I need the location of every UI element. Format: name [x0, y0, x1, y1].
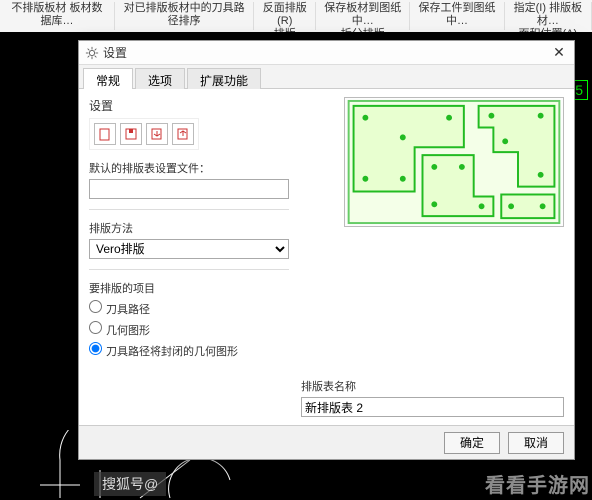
ribbon-item-label: 指定(I) 排版板材… [511, 2, 585, 28]
dialog-body: 设置 默认的排版表设置文件： 排版方法 Vero排版 要排版的项目 刀具路径 几… [79, 89, 574, 425]
ribbon-item-label: 反面排版(R) [260, 2, 309, 28]
settings-group-label: 设置 [89, 97, 289, 114]
tab-extended[interactable]: 扩展功能 [187, 68, 261, 89]
export-icon[interactable] [172, 123, 194, 145]
items-radio-group: 刀具路径 几何图形 刀具路径将封闭的几何图形 [89, 300, 289, 359]
dialog-footer: 确定 取消 [79, 425, 574, 459]
name-label: 排版表名称 [301, 378, 564, 394]
ribbon-item-label: 对已排版板材中的刀具路径排序 [121, 2, 247, 28]
name-input[interactable] [301, 397, 564, 417]
ok-button[interactable]: 确定 [444, 432, 500, 454]
dialog-tabs: 常规 选项 扩展功能 [79, 65, 574, 89]
dialog-title: 设置 [103, 44, 550, 61]
separator [89, 269, 289, 270]
radio-label: 刀具路径 [106, 304, 150, 316]
radio-label: 几何图形 [106, 325, 150, 337]
gear-icon [85, 46, 99, 60]
watermark-left: 搜狐号@ [94, 472, 166, 496]
radio-closed-geometry[interactable]: 刀具路径将封闭的几何图形 [89, 342, 289, 359]
preview-svg [345, 98, 563, 226]
method-label: 排版方法 [89, 220, 289, 236]
separator [89, 209, 289, 210]
method-select[interactable]: Vero排版 [89, 239, 289, 259]
tab-options[interactable]: 选项 [135, 68, 185, 89]
close-button[interactable]: ✕ [550, 44, 568, 62]
settings-toolbar [89, 118, 199, 150]
tab-general[interactable]: 常规 [83, 68, 133, 89]
dialog-titlebar[interactable]: 设置 ✕ [79, 41, 574, 65]
default-file-label: 默认的排版表设置文件： [89, 160, 289, 176]
ribbon-item-label: 不排版板材 板材数据库… [6, 2, 108, 28]
import-icon[interactable] [146, 123, 168, 145]
radio-toolpath[interactable]: 刀具路径 [89, 300, 289, 317]
save-icon[interactable] [120, 123, 142, 145]
right-column: 排版表名称 [301, 97, 564, 417]
ribbon-item-0[interactable]: 不排版板材 板材数据库… [0, 2, 115, 30]
ribbon-item-label: 保存板材到图纸中… [322, 2, 403, 28]
settings-dialog: 设置 ✕ 常规 选项 扩展功能 设置 默认的排版表设置文件： 排版方法 Vero… [78, 40, 575, 460]
radio-geometry[interactable]: 几何图形 [89, 321, 289, 338]
radio-label: 刀具路径将封闭的几何图形 [106, 346, 238, 358]
ribbon-item-5[interactable]: 指定(I) 排版板材…面积估置(A) [505, 2, 592, 30]
ribbon-item-label: 保存工件到图纸中… [416, 2, 497, 28]
new-icon[interactable] [94, 123, 116, 145]
ribbon-item-4[interactable]: 保存工件到图纸中… [410, 2, 504, 30]
nesting-preview [344, 97, 564, 227]
ribbon-item-2[interactable]: 反面排版(R)排版 [254, 2, 316, 30]
ribbon-item-1[interactable]: 对已排版板材中的刀具路径排序 [115, 2, 254, 30]
left-column: 设置 默认的排版表设置文件： 排版方法 Vero排版 要排版的项目 刀具路径 几… [89, 97, 289, 417]
ribbon: 不排版板材 板材数据库… 对已排版板材中的刀具路径排序 反面排版(R)排版 保存… [0, 0, 592, 32]
ribbon-item-3[interactable]: 保存板材到图纸中…拆分排版 [316, 2, 410, 30]
watermark-right: 看看手游网 [485, 469, 590, 498]
cancel-button[interactable]: 取消 [508, 432, 564, 454]
items-label: 要排版的项目 [89, 280, 289, 296]
default-file-input[interactable] [89, 179, 289, 199]
